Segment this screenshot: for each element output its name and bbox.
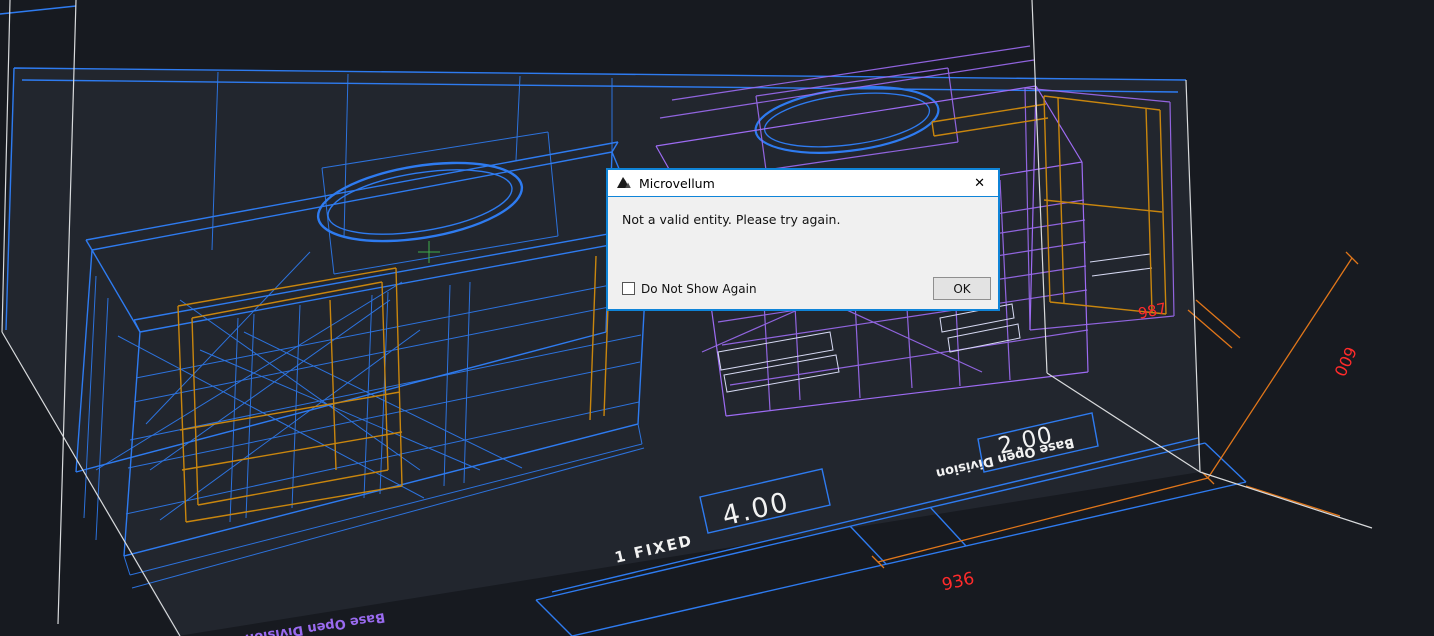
cad-viewport[interactable]: 1 FIXED 4.00 2.00 Base Open Division Bas… (0, 0, 1434, 636)
ok-button[interactable]: OK (933, 277, 991, 300)
dialog-footer: Do Not Show Again OK (622, 277, 991, 300)
dialog-message: Not a valid entity. Please try again. (622, 212, 841, 227)
microvellum-dialog: Microvellum ✕ Not a valid entity. Please… (606, 168, 1000, 311)
wireframe-3d-view (0, 0, 1373, 636)
do-not-show-again-row[interactable]: Do Not Show Again (622, 282, 757, 296)
do-not-show-again-checkbox[interactable] (622, 282, 635, 295)
dialog-titlebar[interactable]: Microvellum ✕ (608, 170, 998, 197)
dialog-title: Microvellum (639, 175, 715, 191)
close-icon[interactable]: ✕ (967, 174, 992, 193)
wall-face (2, 68, 1200, 636)
do-not-show-again-label: Do Not Show Again (641, 281, 757, 296)
microvellum-logo-icon (616, 175, 632, 191)
dialog-body: Not a valid entity. Please try again. Do… (608, 197, 998, 309)
